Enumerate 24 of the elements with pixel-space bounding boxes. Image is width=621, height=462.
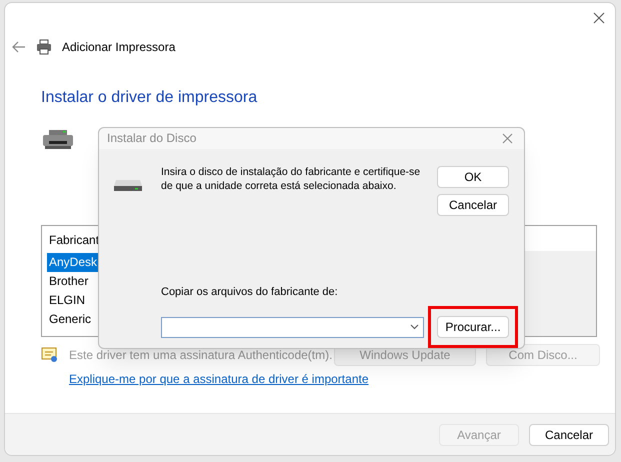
close-icon[interactable] — [502, 132, 513, 144]
dialog-title: Instalar do Disco — [107, 130, 196, 148]
close-icon[interactable] — [593, 12, 605, 24]
printer-icon — [43, 130, 73, 150]
ok-button[interactable]: OK — [437, 166, 509, 188]
list-item[interactable]: ELGIN — [47, 291, 88, 310]
dialog-message: Insira o disco de instalação do fabricante e certifique-se de que a unidade correta está selecionada abaixo. — [161, 164, 422, 194]
drive-icon — [113, 178, 143, 192]
copy-label: Copiar os arquivos do fabricante de: — [161, 284, 339, 300]
signature-note: Este driver tem uma assinatura Authenticode(tm). — [69, 347, 334, 364]
certificate-icon — [41, 347, 58, 363]
list-item[interactable]: Brother — [47, 272, 90, 291]
window-title: Adicionar Impressora — [62, 39, 176, 56]
column-header: Fabricant — [48, 232, 100, 249]
browse-button[interactable]: Procurar... — [437, 316, 509, 338]
list-item[interactable]: Generic — [47, 310, 94, 329]
back-arrow-icon[interactable] — [12, 41, 26, 53]
page-heading: Instalar o driver de impressora — [41, 88, 258, 108]
chevron-down-icon[interactable] — [410, 324, 419, 330]
cancel-button[interactable]: Cancelar — [529, 424, 609, 446]
list-item[interactable]: AnyDesk — [47, 253, 100, 272]
cancel-button[interactable]: Cancelar — [437, 194, 509, 216]
help-link[interactable]: Explique-me por que a assinatura de driver é importante — [69, 370, 368, 388]
printer-icon — [36, 39, 52, 55]
